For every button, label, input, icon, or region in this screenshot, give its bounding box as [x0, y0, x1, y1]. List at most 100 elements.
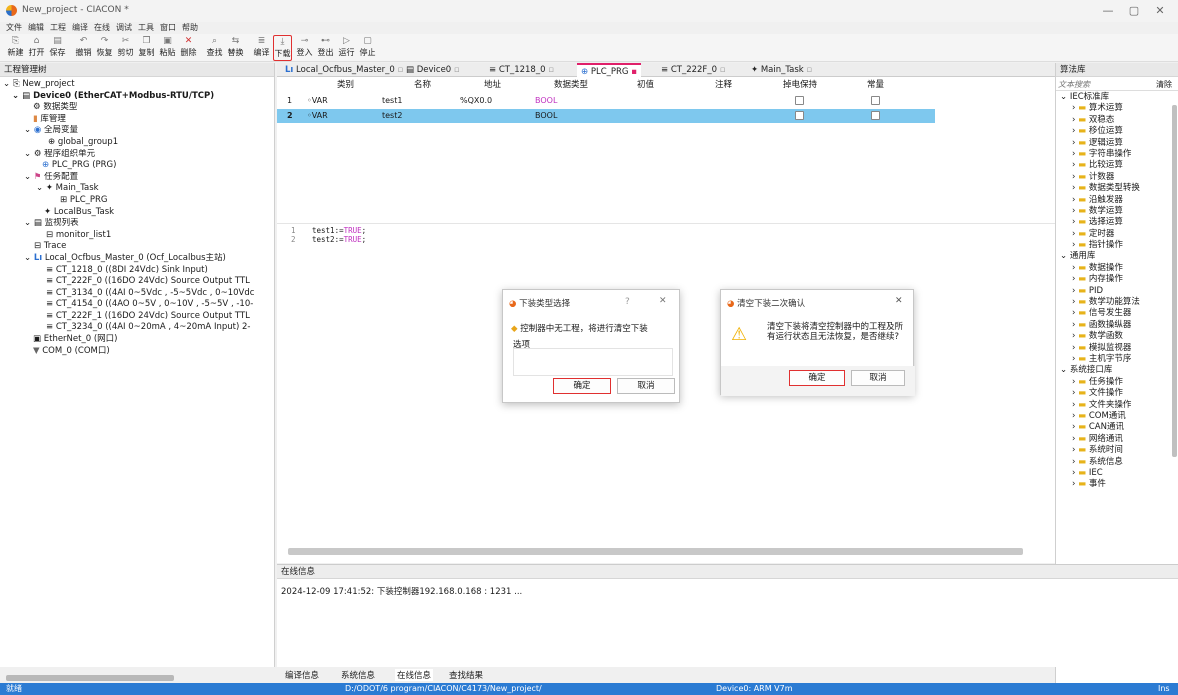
close-icon[interactable]: ✕: [1150, 4, 1170, 17]
library-category[interactable]: ⌄ 系统接口库: [1056, 365, 1172, 376]
library-folder[interactable]: › ▬ 函数操纵器: [1056, 320, 1172, 331]
retain-checkbox[interactable]: [795, 96, 804, 105]
menu-window[interactable]: 窗口: [160, 23, 176, 32]
ok-button[interactable]: 确定: [553, 378, 611, 394]
chevron-down-icon[interactable]: ⌄: [1060, 92, 1070, 102]
new-button[interactable]: ⎘ 新建: [6, 35, 25, 61]
tree-node-ct3134[interactable]: ≡ CT_3134_0 ((4AI 0~5Vdc , -5~5Vdc , 0~1…: [0, 288, 274, 300]
tree-node-localbus-master[interactable]: ⌄ Lı Local_Ocfbus_Master_0 (Ocf_Localbus…: [0, 253, 274, 265]
tree-node-watch[interactable]: ⌄ ▤ 监视列表: [0, 218, 274, 230]
save-button[interactable]: ▤ 保存: [48, 35, 67, 61]
library-folder[interactable]: › ▬ 网络通讯: [1056, 434, 1172, 445]
library-folder[interactable]: › ▬ 数学运算: [1056, 206, 1172, 217]
library-folder[interactable]: › ▬ 模拟监视器: [1056, 343, 1172, 354]
tree-node-library[interactable]: ▮ 库管理: [0, 114, 274, 126]
paste-button[interactable]: ▣ 粘贴: [158, 35, 177, 61]
menu-edit[interactable]: 编辑: [28, 23, 44, 32]
menu-help[interactable]: 帮助: [182, 23, 198, 32]
library-search-input[interactable]: [1058, 79, 1148, 90]
open-button[interactable]: ⌂ 打开: [27, 35, 46, 61]
tree-node-tasks[interactable]: ⌄ ⚑ 任务配置: [0, 172, 274, 184]
cut-button[interactable]: ✂ 剪切: [116, 35, 135, 61]
menu-build[interactable]: 编译: [72, 23, 88, 32]
library-folder[interactable]: › ▬ 系统信息: [1056, 457, 1172, 468]
tree-node-datatypes[interactable]: ⚙ 数据类型: [0, 102, 274, 114]
editor-hscrollbar[interactable]: [288, 548, 1023, 555]
tree-node-global-group[interactable]: ⊕ global_group1: [0, 137, 274, 149]
library-folder[interactable]: › ▬ 事件: [1056, 479, 1172, 490]
tree-node-project[interactable]: ⌄ ⎘ New_project: [0, 79, 274, 91]
ok-button[interactable]: 确定: [789, 370, 845, 386]
library-category[interactable]: ⌄ IEC标准库: [1056, 92, 1172, 103]
close-icon[interactable]: ✕: [895, 296, 903, 306]
library-folder[interactable]: › ▬ 内存操作: [1056, 274, 1172, 285]
login-button[interactable]: ⊸ 登入: [295, 35, 314, 61]
chevron-down-icon[interactable]: ⌄: [1060, 365, 1070, 375]
minimize-icon[interactable]: —: [1098, 4, 1118, 17]
tab-online-info[interactable]: 在线信息: [395, 669, 434, 681]
tree-node-ct1218[interactable]: ≡ CT_1218_0 ((8DI 24Vdc) Sink Input): [0, 265, 274, 277]
menu-file[interactable]: 文件: [6, 23, 22, 32]
library-folder[interactable]: › ▬ 双稳态: [1056, 115, 1172, 126]
library-folder[interactable]: › ▬ 数学功能算法: [1056, 297, 1172, 308]
library-folder[interactable]: › ▬ 系统时间: [1056, 445, 1172, 456]
redo-button[interactable]: ↷ 恢复: [95, 35, 114, 61]
table-row-selected[interactable]: 2 ◦ VAR test2 BOOL: [277, 109, 935, 123]
download-button[interactable]: ⤓ 下载: [273, 35, 292, 61]
tab-localbus-master[interactable]: Lı Local_Ocfbus_Master_0 ▫: [281, 63, 407, 77]
tree-node-globals[interactable]: ⌄ ◉ 全局变量: [0, 125, 274, 137]
library-folder[interactable]: › ▬ 信号发生器: [1056, 308, 1172, 319]
tree-node-localbus-task[interactable]: ✦ LocalBus_Task: [0, 207, 274, 219]
constant-checkbox[interactable]: [871, 96, 880, 105]
library-folder[interactable]: › ▬ 数据类型转换: [1056, 183, 1172, 194]
clear-search-button[interactable]: 清除: [1156, 79, 1172, 90]
library-folder[interactable]: › ▬ CAN通讯: [1056, 422, 1172, 433]
replace-button[interactable]: ⇆ 替换: [226, 35, 245, 61]
tree-node-ethernet[interactable]: ▣ EtherNet_0 (网口): [0, 334, 274, 346]
library-folder[interactable]: › ▬ 移位运算: [1056, 126, 1172, 137]
copy-button[interactable]: ❐ 复制: [137, 35, 156, 61]
library-folder[interactable]: › ▬ 算术运算: [1056, 103, 1172, 114]
find-button[interactable]: ⌕ 查找: [205, 35, 224, 61]
tab-ct222f[interactable]: ≡ CT_222F_0 ▫: [657, 63, 729, 77]
library-folder[interactable]: › ▬ IEC: [1056, 468, 1172, 479]
tree-node-main-task-prg[interactable]: ⊞ PLC_PRG: [0, 195, 274, 207]
library-folder[interactable]: › ▬ 数学函数: [1056, 331, 1172, 342]
maximize-icon[interactable]: ▢: [1124, 4, 1144, 17]
compile-button[interactable]: ≣ 编译: [252, 35, 271, 61]
close-icon[interactable]: ✕: [659, 296, 667, 306]
menu-online[interactable]: 在线: [94, 23, 110, 32]
library-folder[interactable]: › ▬ 选择运算: [1056, 217, 1172, 228]
tree-node-plc-prg[interactable]: ⊕ PLC_PRG (PRG): [0, 160, 274, 172]
library-folder[interactable]: › ▬ 计数器: [1056, 172, 1172, 183]
retain-checkbox[interactable]: [795, 111, 804, 120]
tree-node-ct222f-0[interactable]: ≡ CT_222F_0 ((16DO 24Vdc) Source Output …: [0, 276, 274, 288]
library-folder[interactable]: › ▬ 文件操作: [1056, 388, 1172, 399]
library-folder[interactable]: › ▬ 逻辑运算: [1056, 138, 1172, 149]
tab-compile-info[interactable]: 编译信息: [285, 669, 319, 681]
library-folder[interactable]: › ▬ 沿触发器: [1056, 195, 1172, 206]
undo-button[interactable]: ↶ 撤销: [74, 35, 93, 61]
tree-node-ct222f-1[interactable]: ≡ CT_222F_1 ((16DO 24Vdc) Source Output …: [0, 311, 274, 323]
help-icon[interactable]: ?: [625, 297, 630, 307]
run-button[interactable]: ▷ 运行: [337, 35, 356, 61]
library-folder[interactable]: › ▬ 主机字节序: [1056, 354, 1172, 365]
stop-button[interactable]: ▢ 停止: [358, 35, 377, 61]
library-folder[interactable]: › ▬ 数据操作: [1056, 263, 1172, 274]
delete-button[interactable]: ✕ 删除: [179, 35, 198, 61]
menu-tools[interactable]: 工具: [138, 23, 154, 32]
tree-node-main-task[interactable]: ⌄ ✦ Main_Task: [0, 183, 274, 195]
library-folder[interactable]: › ▬ 文件夹操作: [1056, 400, 1172, 411]
tree-node-monitor[interactable]: ⊟ monitor_list1: [0, 230, 274, 242]
tree-node-ct3234[interactable]: ≡ CT_3234_0 ((4AI 0~20mA , 4~20mA Input)…: [0, 322, 274, 334]
library-folder[interactable]: › ▬ 定时器: [1056, 229, 1172, 240]
library-scrollbar[interactable]: [1172, 105, 1177, 457]
tab-device0[interactable]: ▤ Device0 ▫: [402, 63, 464, 77]
library-folder[interactable]: › ▬ PID: [1056, 286, 1172, 297]
table-row[interactable]: 1 ◦ VAR test1 %QX0.0 BOOL: [277, 94, 935, 108]
library-folder[interactable]: › ▬ 比较运算: [1056, 160, 1172, 171]
chevron-down-icon[interactable]: ⌄: [1060, 251, 1070, 261]
tree-node-ct4154[interactable]: ≡ CT_4154_0 ((4AO 0~5V , 0~10V , -5~5V ,…: [0, 299, 274, 311]
tree-node-pou[interactable]: ⌄ ⚙ 程序组织单元: [0, 149, 274, 161]
tab-find-results[interactable]: 查找结果: [449, 669, 483, 681]
